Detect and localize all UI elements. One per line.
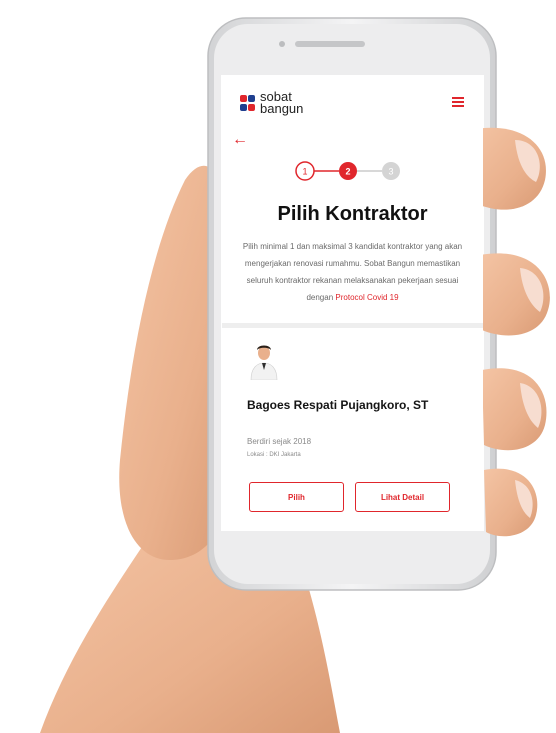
view-detail-button[interactable]: Lihat Detail bbox=[355, 482, 450, 512]
phone-camera bbox=[279, 41, 285, 47]
contractor-name: Bagoes Respati Pujangkoro, ST bbox=[247, 398, 429, 412]
brand-wordmark: sobat bangun bbox=[260, 90, 304, 116]
select-contractor-button[interactable]: Pilih bbox=[249, 482, 344, 512]
progress-stepper: 1 2 3 bbox=[295, 161, 400, 181]
page-title: Pilih Kontraktor bbox=[277, 203, 428, 225]
step-1-label: 1 bbox=[302, 167, 307, 177]
brand-line-2: bangun bbox=[260, 101, 304, 116]
section-divider bbox=[222, 323, 483, 328]
arrow-left-icon[interactable]: ← bbox=[232, 131, 248, 149]
phone-screen: sobat bangun ← 1 2 3 Pilih Kontraktor Pi… bbox=[222, 76, 483, 530]
contractor-avatar bbox=[250, 345, 278, 380]
hamburger-icon[interactable] bbox=[452, 97, 464, 107]
hand-holding-phone-scene: sobat bangun ← 1 2 3 Pilih Kontraktor Pi… bbox=[0, 0, 556, 733]
contractor-location: Lokasi : DKI Jakarta bbox=[247, 452, 301, 458]
step-2-label: 2 bbox=[345, 167, 350, 177]
phone-speaker bbox=[295, 41, 365, 47]
step-3-label: 3 bbox=[388, 167, 393, 177]
page-description: Pilih minimal 1 dan maksimal 3 kandidat … bbox=[237, 238, 468, 306]
contractor-since: Berdiri sejak 2018 bbox=[247, 437, 312, 446]
protocol-covid-link[interactable]: Protocol Covid 19 bbox=[335, 293, 398, 302]
